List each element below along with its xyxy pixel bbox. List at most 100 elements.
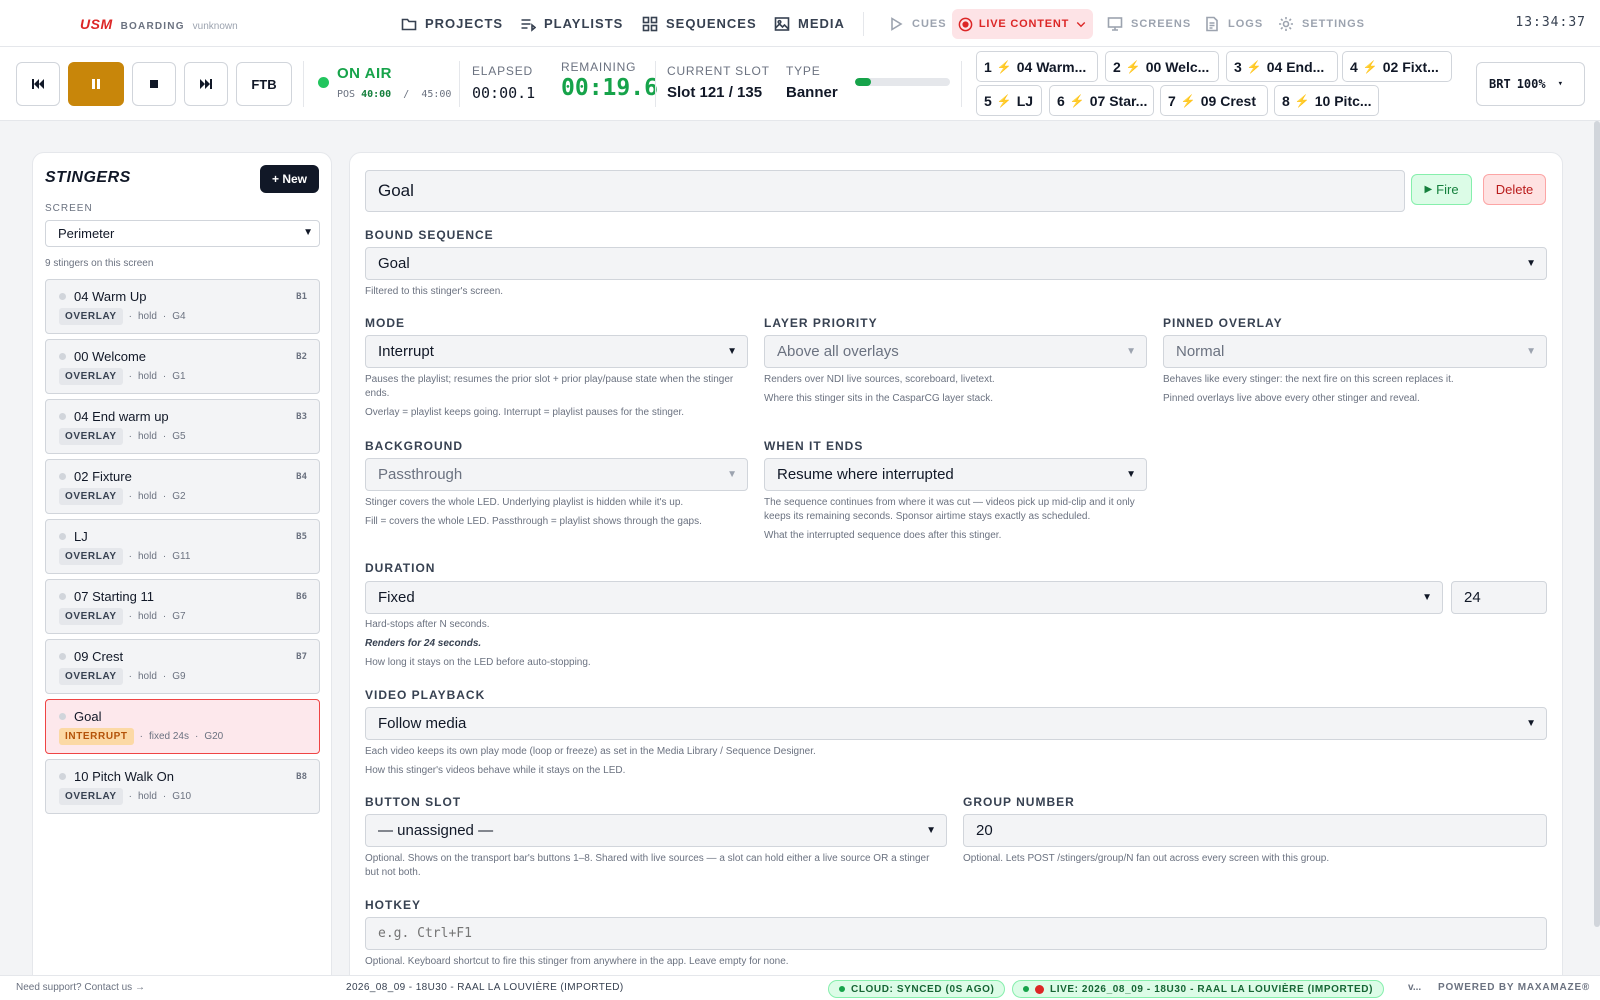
nav-cues[interactable]: CUES [888,0,947,47]
nav-projects[interactable]: PROJECTS [401,0,503,47]
meta-separator: · [162,671,167,682]
nav-projects-label: PROJECTS [425,16,504,31]
stinger-item[interactable]: 04 Warm Up B1 OVERLAY · hold · G4 [45,279,320,334]
meta-separator: · [162,371,167,382]
fire-button[interactable]: ▶ Fire [1411,174,1472,205]
slot-name: LJ [1016,92,1034,109]
live-dot [1035,984,1044,994]
bound-sequence-select[interactable]: Goal ▼ [365,247,1547,280]
stinger-name-input[interactable]: Goal [365,170,1405,212]
brightness-dropdown[interactable]: BRT 100% ▾ [1476,62,1585,106]
stop-button[interactable] [132,62,176,106]
stinger-duration-mode: hold [137,311,157,322]
stinger-item[interactable]: 04 End warm up B3 OVERLAY · hold · G5 [45,399,320,454]
elapsed-stat: ELAPSED 00:00.1 [472,64,535,102]
nav-media[interactable]: MEDIA [774,0,845,47]
mode-help: Pauses the playlist; resumes the prior s… [365,374,734,399]
mode-select[interactable]: Interrupt ▼ [365,335,748,368]
bolt-icon: ⚡ [1180,93,1196,108]
gear-icon [1279,16,1293,31]
duration-seconds-input[interactable]: 24 [1451,581,1547,614]
slot-button-3[interactable]: 3 ⚡ 04 End... [1226,51,1338,82]
duration-select[interactable]: Fixed ▼ [365,581,1443,614]
nav-logs[interactable]: LOGS [1204,0,1263,47]
screen-select[interactable]: Perimeter ▼ [45,220,320,247]
pinned-overlay-select[interactable]: Normal ▼ [1163,335,1547,368]
meta-separator: · [162,791,167,802]
meta-separator: · [128,611,132,622]
page-scrollbar[interactable] [1594,121,1600,927]
brand[interactable]: USM BOARDING vunknown [80,16,238,32]
fade-to-black-button[interactable]: FTB [236,62,292,106]
slot-button-6[interactable]: 6 ⚡ 07 Star... [1049,85,1154,116]
transport-bar: FTB ON AIR POS 40:00 / 45:00 ELAPSED 00:… [0,47,1600,121]
slot-button-4[interactable]: 4 ⚡ 02 Fixt... [1342,51,1452,82]
stinger-group: G7 [172,611,186,622]
project-name: 2026_08_09 - 18U30 - RAAL LA LOUVIÈRE (I… [346,982,624,993]
button-slot-select[interactable]: — unassigned — ▼ [365,814,947,847]
chevron-down-icon: ▼ [727,346,737,357]
duration-render-note: Renders for 24 seconds. [365,638,482,649]
slot-button-8[interactable]: 8 ⚡ 10 Pitc... [1274,85,1379,116]
stinger-status-dot [59,593,66,600]
layer-priority-select[interactable]: Above all overlays ▼ [764,335,1147,368]
stinger-group: G4 [172,311,186,322]
pinned-overlay-help-secondary: Pinned overlays live above every other s… [1163,393,1420,404]
stinger-name: 07 Starting 11 [74,589,154,604]
record-icon [958,17,973,31]
stop-icon [150,80,158,88]
support-link[interactable]: Need support? Contact us → [16,982,145,993]
video-playback-select[interactable]: Follow media ▼ [365,707,1547,740]
nav-playlists[interactable]: PLAYLISTS [520,0,623,47]
next-button[interactable] [184,62,228,106]
group-number-input[interactable]: 20 [963,814,1547,847]
playlist-icon [521,18,536,32]
hotkey-input[interactable] [365,917,1547,950]
stinger-item[interactable]: LJ B5 OVERLAY · hold · G11 [45,519,320,574]
nav-sequences[interactable]: SEQUENCES [642,0,757,47]
stinger-mode-badge: OVERLAY [59,668,123,685]
meta-separator: · [139,731,143,742]
slot-button-5[interactable]: 5 ⚡ LJ [976,85,1042,116]
nav-settings[interactable]: SETTINGS [1278,0,1365,47]
when-it-ends-select[interactable]: Resume where interrupted ▼ [764,458,1147,491]
slot-number: 8 [1282,92,1290,109]
stinger-item[interactable]: 09 Crest B7 OVERLAY · hold · G9 [45,639,320,694]
nav-screens[interactable]: SCREENS [1107,0,1191,47]
stinger-item[interactable]: 00 Welcome B2 OVERLAY · hold · G1 [45,339,320,394]
slot-button-7[interactable]: 7 ⚡ 09 Crest [1160,85,1268,116]
slot-button-2[interactable]: 2 ⚡ 00 Welc... [1105,51,1219,82]
chevron-down-icon: ▼ [1526,718,1536,729]
stinger-meta: OVERLAY · hold · G4 [59,308,186,325]
slot-number: 1 [984,58,992,75]
stinger-name: Goal [74,709,102,724]
stinger-item[interactable]: 02 Fixture B4 OVERLAY · hold · G2 [45,459,320,514]
pos-total: 45:00 [421,89,452,100]
clock: 13:34:37 [1515,15,1586,30]
slot-button-1[interactable]: 1 ⚡ 04 Warm... [976,51,1098,82]
user-name: vunknown [192,21,238,32]
slot-progress-bar [855,78,950,86]
stinger-group: G2 [172,491,186,502]
stinger-item[interactable]: Goal INTERRUPT · fixed 24s · G20 [45,699,320,754]
pause-button[interactable] [68,62,124,106]
stinger-name: 00 Welcome [74,349,147,364]
button-slot-value: — unassigned — [378,822,494,839]
stinger-mode-badge: OVERLAY [59,788,123,805]
stinger-item[interactable]: 10 Pitch Walk On B8 OVERLAY · hold · G10 [45,759,320,814]
stinger-duration-mode: hold [137,611,157,622]
live-status[interactable]: LIVE: 2026_08_09 - 18U30 - RAAL LA LOUVI… [1012,980,1385,998]
background-select[interactable]: Passthrough ▼ [365,458,748,491]
meta-separator: · [128,791,132,802]
elapsed-label: ELAPSED [472,64,533,78]
delete-button[interactable]: Delete [1483,174,1546,205]
current-slot-stat: CURRENT SLOT Slot 121 / 135 [667,64,770,101]
nav-live-content[interactable]: LIVE CONTENT [952,9,1093,39]
cloud-sync-status[interactable]: CLOUD: SYNCED (0S AGO) [828,980,1006,998]
new-stinger-button[interactable]: + New [259,165,319,193]
stinger-item[interactable]: 07 Starting 11 B6 OVERLAY · hold · G7 [45,579,320,634]
previous-button[interactable] [16,62,60,106]
stinger-key: B2 [296,352,307,362]
meta-separator: · [128,371,132,382]
remaining-label: REMAINING [561,60,637,74]
